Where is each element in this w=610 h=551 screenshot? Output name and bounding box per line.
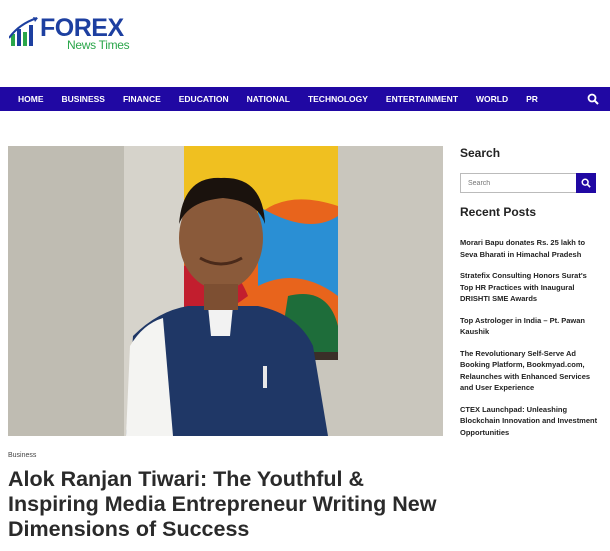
portrait-illustration — [8, 146, 443, 436]
recent-post-link[interactable]: Stratefix Consulting Honors Surat's Top … — [460, 270, 600, 305]
article-category[interactable]: Business — [8, 452, 36, 459]
nav-item-pr[interactable]: PR — [526, 94, 538, 104]
search-icon[interactable] — [587, 93, 599, 105]
recent-post-link[interactable]: Top Astrologer in India – Pt. Pawan Kaus… — [460, 315, 600, 338]
article-featured-image[interactable] — [8, 146, 443, 436]
nav-item-technology[interactable]: TECHNOLOGY — [308, 94, 368, 104]
site-logo[interactable]: FOREX News Times — [9, 10, 139, 54]
nav-item-education[interactable]: EDUCATION — [179, 94, 229, 104]
nav-item-world[interactable]: WORLD — [476, 94, 508, 104]
article-title[interactable]: Alok Ranjan Tiwari: The Youthful & Inspi… — [8, 467, 448, 542]
recent-post-link[interactable]: Morari Bapu donates Rs. 25 lakh to Seva … — [460, 237, 600, 260]
recent-posts-heading: Recent Posts — [460, 205, 537, 219]
sidebar-search-button[interactable] — [576, 173, 596, 193]
nav-item-business[interactable]: BUSINESS — [62, 94, 105, 104]
sidebar-search-heading: Search — [460, 146, 501, 160]
recent-post-link[interactable]: CTEX Launchpad: Unleashing Blockchain In… — [460, 404, 600, 439]
nav-item-national[interactable]: NATIONAL — [247, 94, 290, 104]
logo-chart-icon — [9, 17, 38, 46]
recent-post-link[interactable]: The Revolutionary Self-Serve Ad Booking … — [460, 348, 600, 394]
nav-item-finance[interactable]: FINANCE — [123, 94, 161, 104]
recent-posts-list: Morari Bapu donates Rs. 25 lakh to Seva … — [460, 237, 600, 448]
nav-item-home[interactable]: HOME — [18, 94, 44, 104]
main-nav: HOME BUSINESS FINANCE EDUCATION NATIONAL… — [0, 87, 610, 111]
nav-item-entertainment[interactable]: ENTERTAINMENT — [386, 94, 458, 104]
sidebar-search-input[interactable] — [460, 173, 576, 193]
logo-tagline: News Times — [67, 38, 130, 52]
search-icon — [581, 178, 591, 188]
sidebar-search-form — [460, 173, 596, 193]
